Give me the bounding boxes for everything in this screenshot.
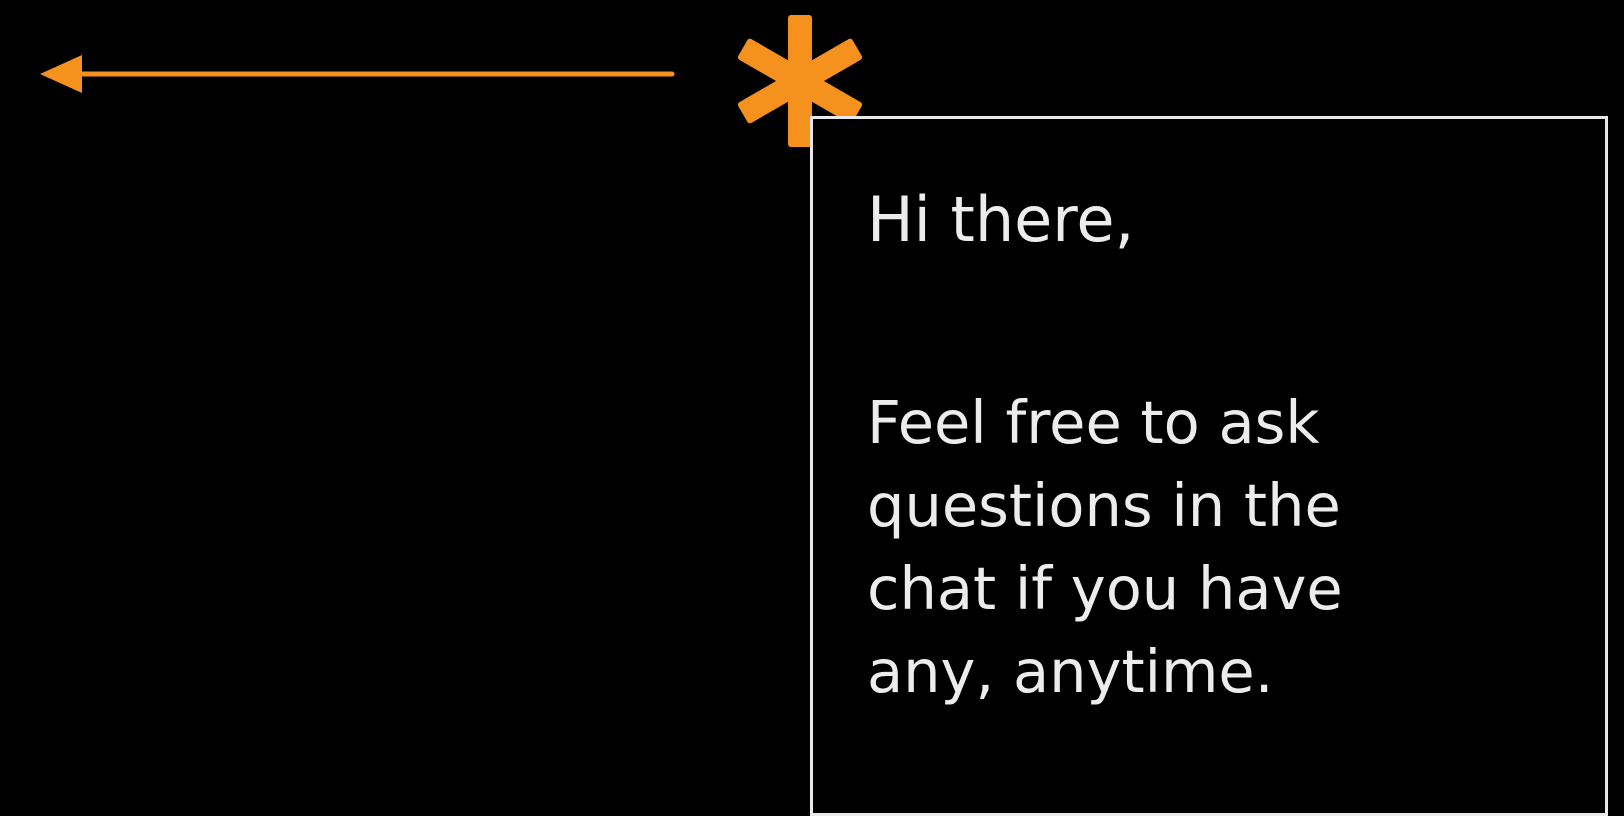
message-line-1: Feel free to ask xyxy=(867,388,1320,457)
greeting-text: Hi there, xyxy=(867,183,1135,256)
message-body: Feel free to ask questions in the chat i… xyxy=(867,381,1343,713)
message-line-2: questions in the xyxy=(867,471,1341,540)
left-arrow-icon xyxy=(40,55,675,93)
message-card: Hi there, Feel free to ask questions in … xyxy=(810,116,1608,816)
message-line-3: chat if you have xyxy=(867,554,1343,623)
message-line-4: any, anytime. xyxy=(867,637,1274,706)
